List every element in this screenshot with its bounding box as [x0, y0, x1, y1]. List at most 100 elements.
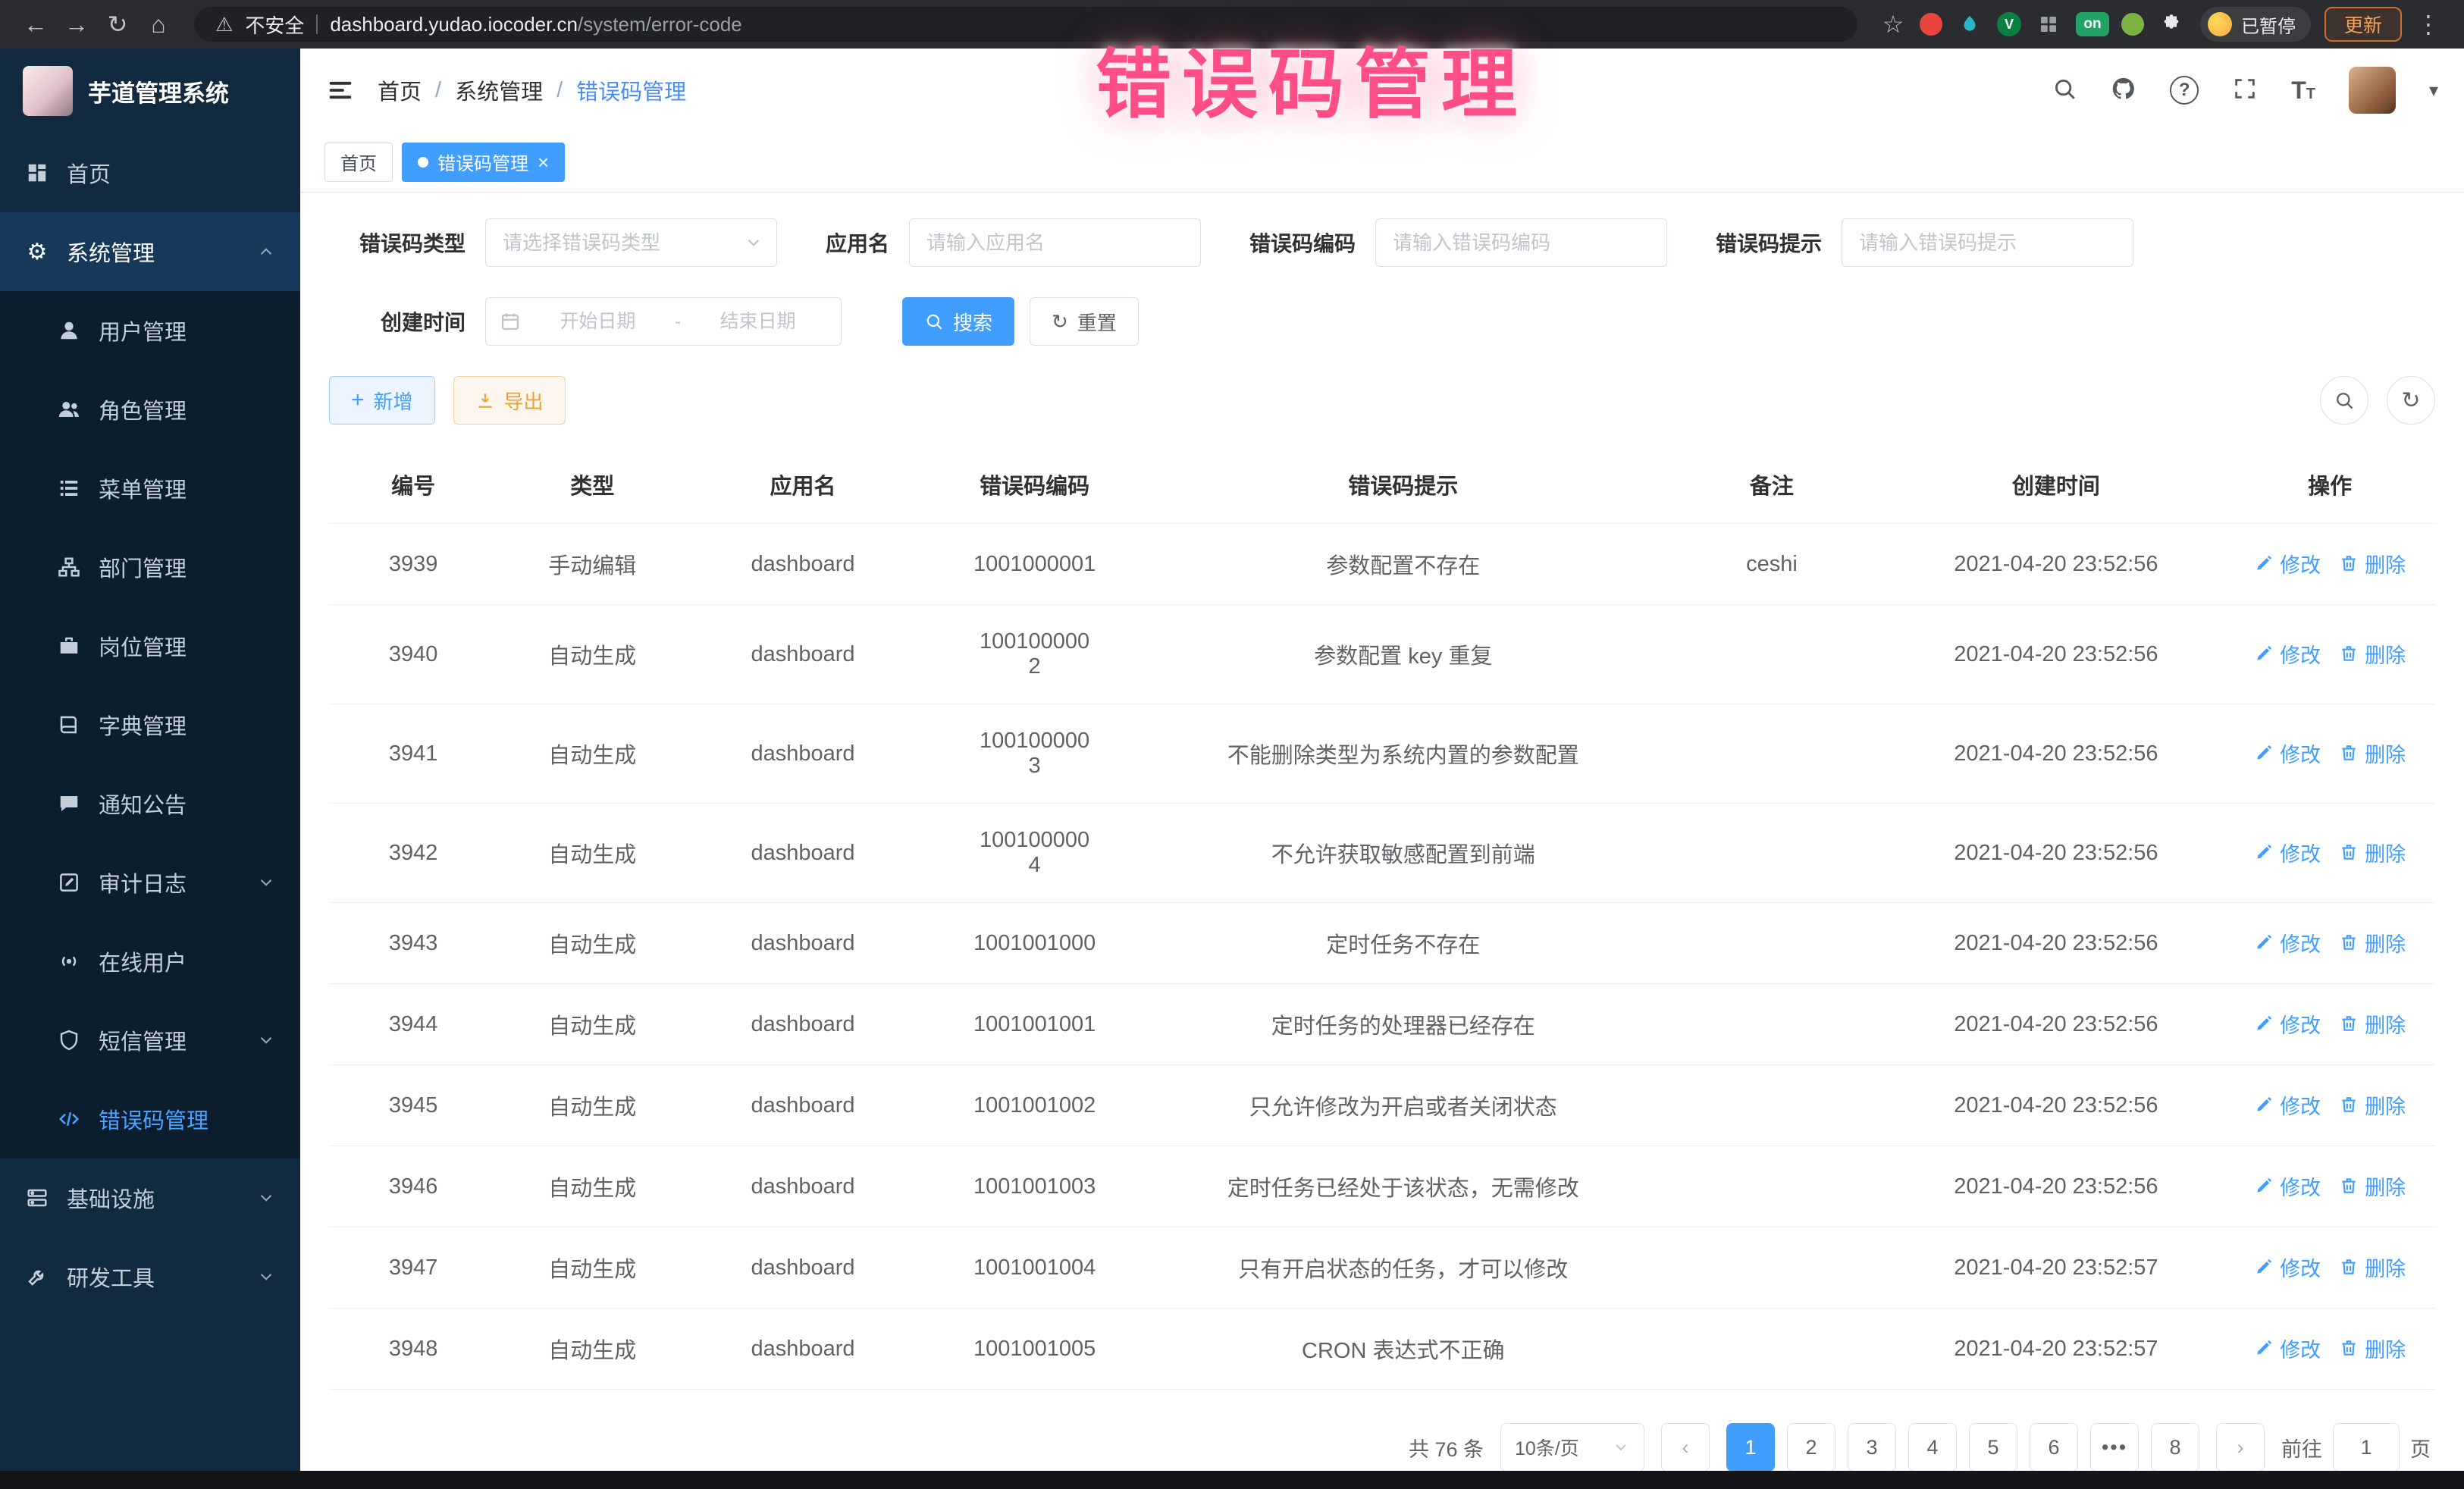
page-button-4[interactable]: 4	[1908, 1423, 1957, 1471]
edit-link[interactable]: 修改	[2254, 928, 2321, 958]
sidebar-item-notice[interactable]: 通知公告	[0, 764, 300, 843]
edit-link[interactable]: 修改	[2254, 1090, 2321, 1120]
fullscreen-icon[interactable]	[2232, 76, 2258, 105]
refresh-icon: ↻	[2401, 387, 2420, 414]
delete-link[interactable]: 删除	[2339, 1090, 2406, 1120]
edit-link[interactable]: 修改	[2254, 838, 2321, 867]
tab-close-icon[interactable]: ×	[538, 152, 549, 172]
update-button[interactable]: 更新	[2324, 7, 2402, 42]
extension-on-icon[interactable]: on	[2076, 12, 2109, 36]
kebab-menu-icon[interactable]: ⋮	[2408, 4, 2449, 45]
extension-v-icon[interactable]: V	[1997, 12, 2021, 36]
more-pages-button[interactable]: •••	[2090, 1423, 2139, 1471]
prev-page-button[interactable]: ‹	[1661, 1423, 1710, 1471]
sidebar-item-system[interactable]: ⚙系统管理	[0, 212, 300, 291]
reload-icon[interactable]: ↻	[97, 4, 138, 45]
error-type-select[interactable]	[485, 218, 777, 267]
github-icon[interactable]	[2111, 76, 2136, 105]
delete-link[interactable]: 删除	[2339, 639, 2406, 669]
goto-page-input[interactable]	[2333, 1423, 2400, 1471]
toggle-search-button[interactable]	[2320, 376, 2368, 425]
error-code-input[interactable]	[1375, 218, 1667, 267]
sidebar-item-home[interactable]: 首页	[0, 133, 300, 212]
font-size-icon[interactable]: TT	[2291, 78, 2315, 102]
delete-link[interactable]: 删除	[2339, 928, 2406, 958]
delete-link[interactable]: 删除	[2339, 1252, 2406, 1282]
address-bar[interactable]: ⚠ 不安全 dashboard.yudao.iocoder.cn/system/…	[194, 7, 1857, 42]
tab-home[interactable]: 首页	[324, 143, 393, 182]
error-code-table: 编号类型应用名错误码编码错误码提示备注创建时间操作 3939手动编辑dashbo…	[329, 446, 2435, 1390]
sidebar-item-audit-log[interactable]: 审计日志	[0, 843, 300, 922]
delete-link[interactable]: 删除	[2339, 738, 2406, 768]
sidebar-item-dict[interactable]: 字典管理	[0, 685, 300, 764]
extension-drop-icon[interactable]	[1955, 9, 1985, 39]
table-cell	[1656, 1065, 1888, 1146]
edit-link[interactable]: 修改	[2254, 1009, 2321, 1039]
user-avatar[interactable]	[2349, 67, 2396, 114]
page-button-5[interactable]: 5	[1969, 1423, 2017, 1471]
next-page-button[interactable]: ›	[2216, 1423, 2265, 1471]
collapse-menu-icon[interactable]	[326, 76, 355, 105]
tab-error-code[interactable]: 错误码管理 ×	[402, 143, 565, 182]
warning-icon: ⚠	[215, 13, 233, 36]
end-date-input[interactable]	[688, 311, 827, 333]
sidebar-item-error-code[interactable]: 错误码管理	[0, 1080, 300, 1158]
extension-leaf-icon[interactable]	[2121, 13, 2144, 36]
back-icon[interactable]: ←	[15, 4, 56, 45]
profile-avatar-icon	[2208, 12, 2232, 36]
edit-link[interactable]: 修改	[2254, 1334, 2321, 1363]
table-cell: dashboard	[687, 804, 919, 903]
delete-link[interactable]: 删除	[2339, 1334, 2406, 1363]
reset-button[interactable]: ↻ 重置	[1030, 297, 1139, 346]
page-button-1[interactable]: 1	[1726, 1423, 1775, 1471]
sidebar-item-role[interactable]: 角色管理	[0, 370, 300, 449]
chevron-down-icon[interactable]: ▾	[2429, 80, 2438, 102]
forward-icon[interactable]: →	[56, 4, 97, 45]
extensions-puzzle-icon[interactable]	[2156, 9, 2187, 39]
delete-link[interactable]: 删除	[2339, 1009, 2406, 1039]
date-range-picker[interactable]: -	[485, 297, 842, 346]
error-hint-input[interactable]	[1842, 218, 2133, 267]
sidebar-item-online-user[interactable]: 在线用户	[0, 922, 300, 1001]
breadcrumb-home[interactable]: 首页	[378, 74, 422, 106]
sidebar-item-user[interactable]: 用户管理	[0, 291, 300, 370]
export-button[interactable]: 导出	[453, 376, 566, 425]
add-button[interactable]: + 新增	[329, 376, 435, 425]
sidebar-item-post[interactable]: 岗位管理	[0, 607, 300, 685]
app-name-input[interactable]	[909, 218, 1201, 267]
delete-link[interactable]: 删除	[2339, 1171, 2406, 1201]
sidebar-item-sms[interactable]: 短信管理	[0, 1001, 300, 1080]
sidebar-item-menu[interactable]: 菜单管理	[0, 449, 300, 528]
logedit-icon	[56, 870, 82, 895]
sidebar-item-infra[interactable]: 基础设施	[0, 1158, 300, 1237]
search-icon[interactable]	[2052, 76, 2077, 105]
column-header: 创建时间	[1888, 446, 2224, 524]
edit-link[interactable]: 修改	[2254, 1252, 2321, 1282]
help-icon[interactable]: ?	[2170, 76, 2199, 105]
edit-link[interactable]: 修改	[2254, 549, 2321, 578]
extension-red-icon[interactable]	[1920, 13, 1942, 36]
page-button-8[interactable]: 8	[2151, 1423, 2199, 1471]
table-cell: 3947	[329, 1227, 497, 1309]
error-type-select-input[interactable]	[485, 218, 777, 267]
sidebar-item-devtools[interactable]: 研发工具	[0, 1237, 300, 1316]
edit-link[interactable]: 修改	[2254, 738, 2321, 768]
extension-grid-icon[interactable]	[2033, 9, 2064, 39]
start-date-input[interactable]	[528, 311, 667, 333]
refresh-table-button[interactable]: ↻	[2387, 376, 2435, 425]
page-button-6[interactable]: 6	[2030, 1423, 2078, 1471]
delete-link[interactable]: 删除	[2339, 549, 2406, 578]
page-size-select[interactable]: 10条/页	[1500, 1423, 1644, 1471]
sidebar-item-dept[interactable]: 部门管理	[0, 528, 300, 607]
page-button-2[interactable]: 2	[1787, 1423, 1835, 1471]
table-cell	[1656, 605, 1888, 704]
search-button[interactable]: 搜索	[902, 297, 1014, 346]
bookmark-star-icon[interactable]: ☆	[1873, 4, 1914, 45]
profile-badge[interactable]: 已暂停	[2200, 7, 2311, 42]
page-button-3[interactable]: 3	[1848, 1423, 1896, 1471]
delete-link[interactable]: 删除	[2339, 838, 2406, 867]
edit-link[interactable]: 修改	[2254, 639, 2321, 669]
breadcrumb-system[interactable]: 系统管理	[455, 74, 543, 106]
edit-link[interactable]: 修改	[2254, 1171, 2321, 1201]
home-icon[interactable]: ⌂	[138, 4, 179, 45]
